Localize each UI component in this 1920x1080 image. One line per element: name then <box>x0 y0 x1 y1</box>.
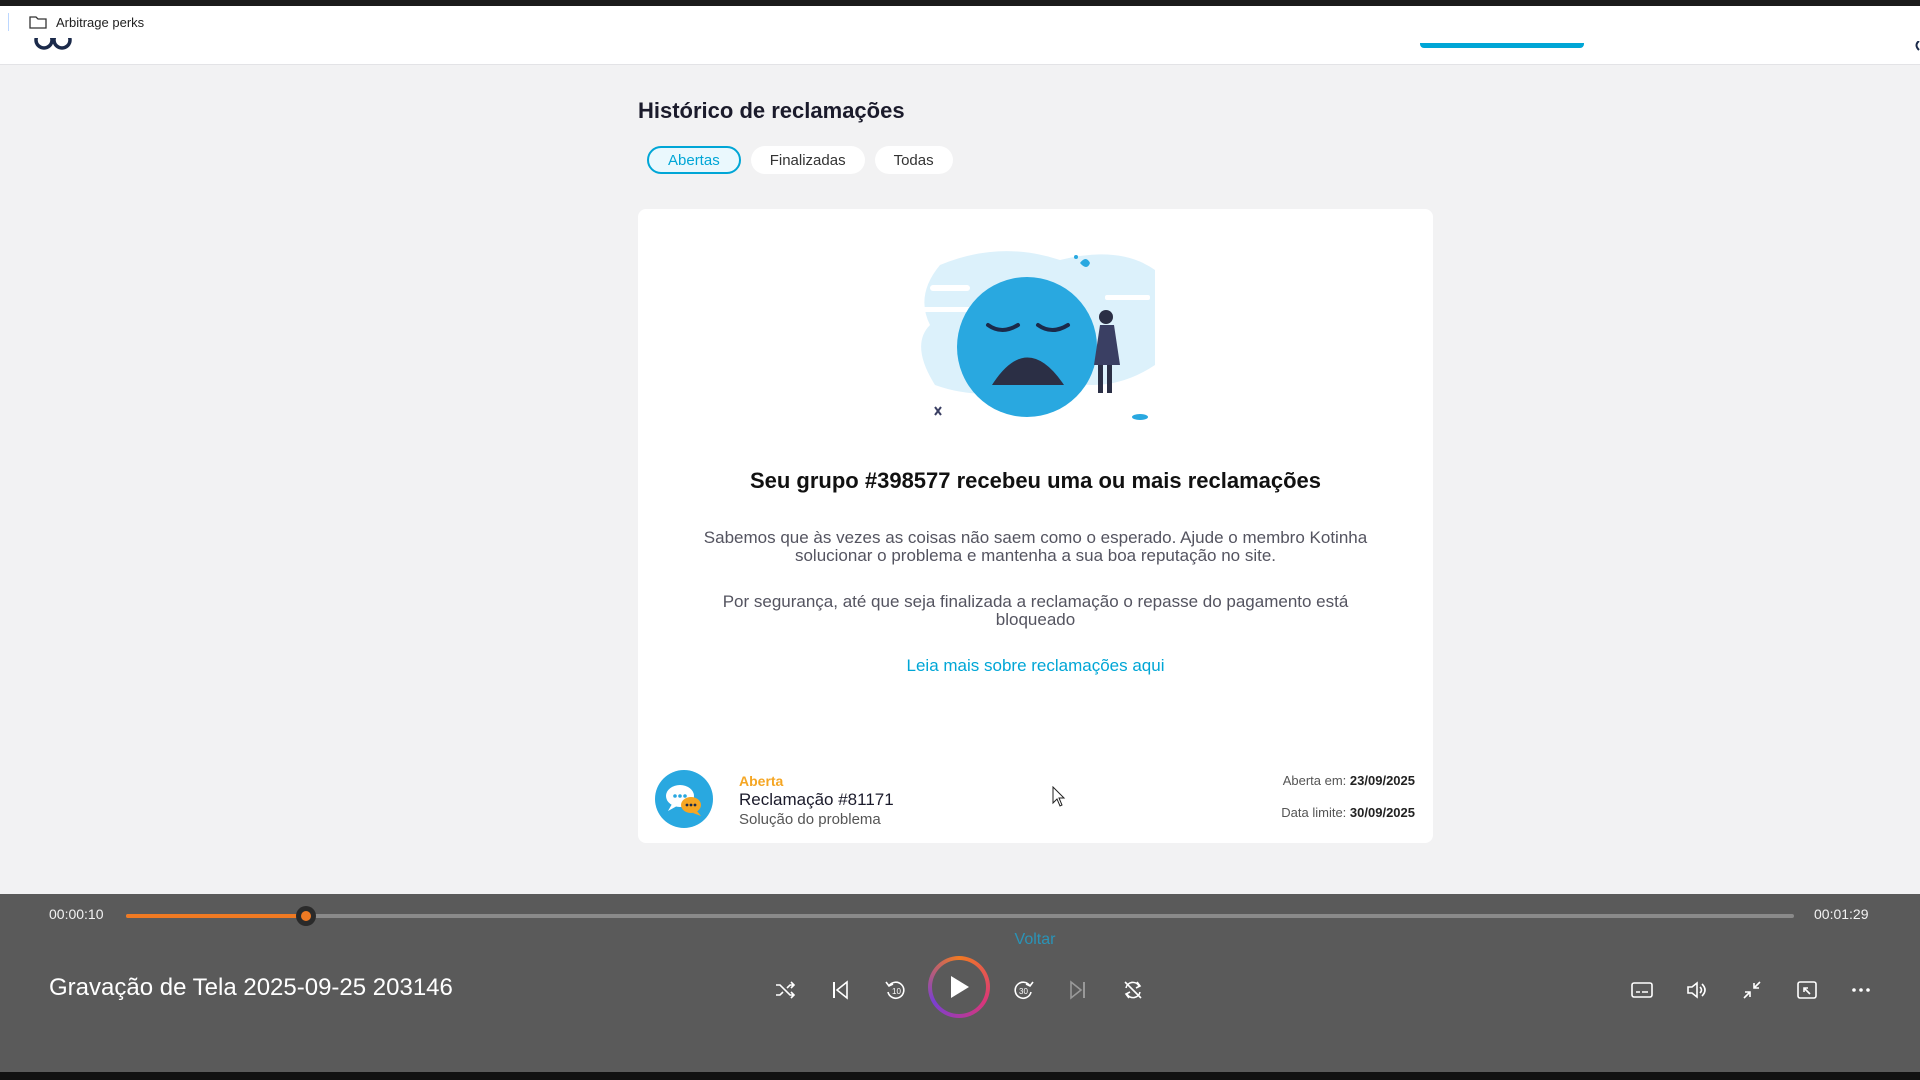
complaint-card: Seu grupo #398577 recebeu uma ou mais re… <box>638 209 1433 843</box>
shuffle-icon[interactable] <box>765 970 805 1010</box>
read-more-link[interactable]: Leia mais sobre reclamações aqui <box>638 656 1433 676</box>
opened-label: Aberta em: <box>1282 773 1347 788</box>
media-title: Gravação de Tela 2025-09-25 203146 <box>49 974 453 1001</box>
repeat-icon[interactable] <box>1113 970 1153 1010</box>
header-active-indicator <box>1420 43 1584 48</box>
sad-face-illustration-icon <box>910 245 1160 427</box>
mini-player-icon[interactable] <box>1787 970 1827 1010</box>
claim-dates: Aberta em: 23/09/2025 Data limite: 30/09… <box>1281 773 1415 837</box>
current-time: 00:00:10 <box>49 906 104 922</box>
voltar-overlay-text: Voltar <box>1014 931 1056 948</box>
card-heading: Seu grupo #398577 recebeu uma ou mais re… <box>749 468 1322 493</box>
seek-thumb[interactable] <box>296 906 317 926</box>
exit-fullscreen-icon[interactable] <box>1732 970 1772 1010</box>
browser-tab-bar: Arbitrage perks <box>0 6 1920 38</box>
card-paragraph-security: Por segurança, até que seja finalizada a… <box>722 592 1349 629</box>
seek-bar-progress <box>126 914 307 918</box>
header-edge-icon <box>1912 38 1920 51</box>
mouse-cursor-icon <box>1052 785 1066 808</box>
skip-forward-label: 30 <box>1019 987 1028 996</box>
window-bottom-strip <box>0 1072 1920 1080</box>
deadline-label: Data limite: <box>1281 805 1347 820</box>
filter-tabs: Abertas Finalizadas Todas <box>647 146 953 174</box>
page-title: Histórico de reclamações <box>638 98 905 123</box>
more-options-icon[interactable] <box>1841 970 1881 1010</box>
folder-icon <box>29 15 47 29</box>
skip-forward-30-icon[interactable]: 30 <box>1004 970 1044 1010</box>
play-button[interactable] <box>928 956 990 1018</box>
claim-title: Reclamação #81171 <box>739 790 894 809</box>
captions-icon[interactable] <box>1622 970 1662 1010</box>
volume-icon[interactable] <box>1677 970 1717 1010</box>
media-player: 00:00:10 00:01:29 Voltar Gravação de Tel… <box>0 894 1920 1072</box>
claim-list-item[interactable]: Aberta Reclamação #81171 Solução do prob… <box>655 761 1415 828</box>
skip-back-10-icon[interactable]: 10 <box>875 970 915 1010</box>
tab-title[interactable]: Arbitrage perks <box>56 15 144 30</box>
deadline-value: 30/09/2025 <box>1349 805 1415 820</box>
web-page: Histórico de reclamações Abertas Finaliz… <box>0 38 1920 894</box>
filter-tab-abertas[interactable]: Abertas <box>647 146 741 174</box>
total-duration: 00:01:29 <box>1814 906 1869 922</box>
next-icon[interactable] <box>1058 970 1098 1010</box>
filter-tab-todas[interactable]: Todas <box>874 146 953 174</box>
tab-separator <box>8 13 9 31</box>
site-header <box>0 38 1920 65</box>
claim-subtitle: Solução do problema <box>739 811 881 828</box>
skip-back-label: 10 <box>892 987 901 996</box>
play-icon <box>932 960 986 1014</box>
previous-icon[interactable] <box>820 970 860 1010</box>
claim-opened-date: Aberta em: 23/09/2025 <box>1281 773 1415 805</box>
site-logo-icon[interactable] <box>31 38 77 52</box>
seek-bar[interactable] <box>126 906 1794 926</box>
claim-deadline-date: Data limite: 30/09/2025 <box>1281 805 1415 837</box>
claim-status-badge: Aberta <box>739 773 784 789</box>
chat-bubbles-icon <box>655 770 713 828</box>
card-paragraph-help: Sabemos que às vezes as coisas não saem … <box>703 528 1368 565</box>
filter-tab-finalizadas[interactable]: Finalizadas <box>750 146 865 174</box>
opened-value: 23/09/2025 <box>1349 773 1415 788</box>
